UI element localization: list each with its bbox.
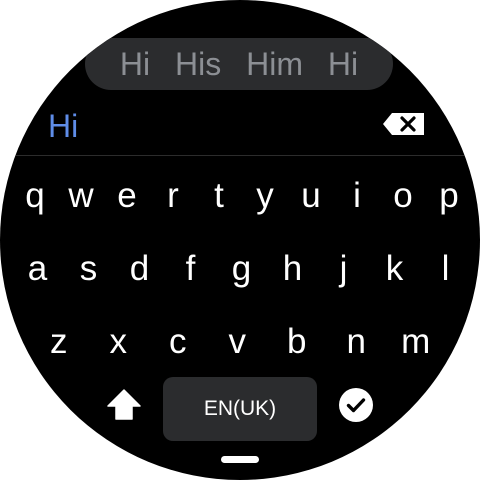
keyboard-row-3: z x c v b n m [29, 314, 446, 370]
home-indicator[interactable] [221, 456, 259, 463]
key-y[interactable]: y [242, 168, 288, 224]
keyboard-row-1: q w e r t y u i o p [12, 168, 472, 224]
key-s[interactable]: s [63, 241, 114, 297]
suggestion-item[interactable]: Him [246, 38, 303, 90]
key-t[interactable]: t [196, 168, 242, 224]
key-i[interactable]: i [334, 168, 380, 224]
key-n[interactable]: n [327, 314, 387, 370]
key-j[interactable]: j [318, 241, 369, 297]
suggestion-item[interactable]: Hi [328, 38, 358, 90]
key-z[interactable]: z [29, 314, 89, 370]
key-r[interactable]: r [150, 168, 196, 224]
key-u[interactable]: u [288, 168, 334, 224]
key-h[interactable]: h [267, 241, 318, 297]
language-label: EN(UK) [203, 397, 277, 420]
key-c[interactable]: c [148, 314, 208, 370]
key-k[interactable]: k [369, 241, 420, 297]
key-g[interactable]: g [216, 241, 267, 297]
suggestion-strip: Hi His Him Hi [85, 38, 393, 90]
key-f[interactable]: f [165, 241, 216, 297]
key-m[interactable]: m [386, 314, 446, 370]
key-p[interactable]: p [426, 168, 472, 224]
key-q[interactable]: q [12, 168, 58, 224]
backspace-icon[interactable] [382, 112, 426, 136]
key-w[interactable]: w [58, 168, 104, 224]
key-d[interactable]: d [114, 241, 165, 297]
key-l[interactable]: l [420, 241, 471, 297]
suggestion-item[interactable]: His [175, 38, 221, 90]
watch-screen: Hi His Him Hi Hi q w e r t y u i o p a s… [0, 0, 480, 480]
language-space-key[interactable]: EN(UK) [163, 377, 317, 441]
text-input-field[interactable]: Hi [48, 104, 78, 148]
divider [0, 155, 480, 156]
key-e[interactable]: e [104, 168, 150, 224]
key-x[interactable]: x [89, 314, 149, 370]
suggestion-item[interactable]: Hi [120, 38, 150, 90]
key-v[interactable]: v [208, 314, 268, 370]
checkmark-icon[interactable] [338, 387, 374, 423]
key-b[interactable]: b [267, 314, 327, 370]
shift-icon[interactable] [104, 385, 144, 425]
key-o[interactable]: o [380, 168, 426, 224]
keyboard-row-2: a s d f g h j k l [12, 241, 471, 297]
key-a[interactable]: a [12, 241, 63, 297]
